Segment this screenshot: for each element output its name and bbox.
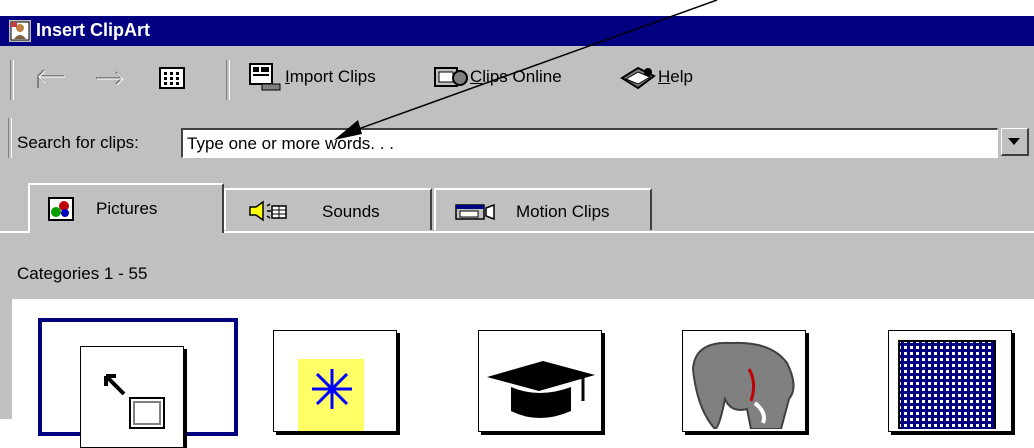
import-clips-icon xyxy=(249,63,281,91)
motion-clips-icon xyxy=(455,203,495,221)
help-button[interactable]: Help xyxy=(618,60,718,98)
search-dropdown-button[interactable] xyxy=(1001,128,1029,156)
category-thumbnail[interactable] xyxy=(38,318,238,448)
category-thumbnail[interactable] xyxy=(682,330,806,432)
elephant-icon xyxy=(691,341,795,429)
import-clips-label: mport Clips xyxy=(289,67,376,86)
back-arrow-icon[interactable] xyxy=(28,68,68,92)
help-book-icon xyxy=(620,66,656,90)
pane-margin xyxy=(0,299,12,419)
clips-online-icon xyxy=(434,67,468,87)
chevron-down-icon xyxy=(1008,138,1020,145)
graduation-cap-icon xyxy=(487,361,595,418)
window-title: Insert ClipArt xyxy=(36,20,151,40)
category-thumbnail[interactable] xyxy=(888,330,1012,432)
tab-pictures[interactable]: Pictures xyxy=(28,183,224,233)
toolbar-grip xyxy=(10,60,14,100)
search-input[interactable] xyxy=(185,132,992,156)
tab-pictures-label: Pictures xyxy=(96,199,158,218)
clips-online-button[interactable]: Clips Online xyxy=(432,60,592,98)
tab-motion-clips-label: Motion Clips xyxy=(516,202,610,221)
tab-sounds-label: Sounds xyxy=(322,202,380,221)
categories-count-label: Categories 1 - 55 xyxy=(17,264,148,283)
grid-pattern-icon xyxy=(898,340,996,429)
category-thumbnail[interactable] xyxy=(273,330,397,432)
help-label: elp xyxy=(670,67,693,86)
pictures-icon xyxy=(48,197,74,221)
search-field xyxy=(181,128,998,158)
search-grip xyxy=(8,118,12,158)
tab-motion-clips[interactable]: Motion Clips xyxy=(434,188,652,230)
clips-online-label-accel: C xyxy=(470,67,483,86)
help-label-accel: H xyxy=(658,67,671,86)
tab-sounds[interactable]: Sounds xyxy=(224,188,432,230)
category-thumbnail[interactable] xyxy=(478,330,602,432)
toolbar-separator xyxy=(226,60,230,100)
add-clip-icon xyxy=(104,374,165,429)
all-categories-icon[interactable] xyxy=(158,66,188,92)
import-clips-button[interactable]: Import Clips xyxy=(248,60,408,98)
search-label: Search for clips: xyxy=(17,133,139,152)
clipart-app-icon xyxy=(9,20,31,42)
sounds-icon xyxy=(249,200,287,222)
star-burst-icon xyxy=(312,369,352,409)
forward-arrow-icon[interactable] xyxy=(92,68,132,92)
clips-online-label: lips Online xyxy=(482,67,562,86)
title-bar: Insert ClipArt xyxy=(0,16,1034,46)
